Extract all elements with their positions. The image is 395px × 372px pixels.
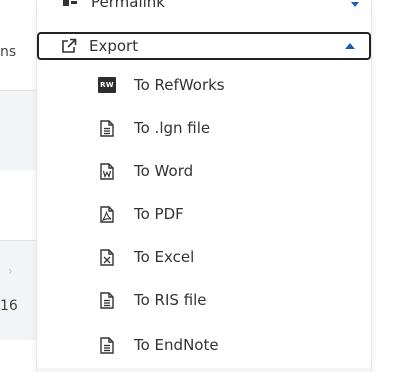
chevron-down-icon (351, 2, 359, 7)
background-text: ns (0, 44, 17, 60)
file-excel-icon (98, 248, 116, 266)
menu-footer-strip (37, 368, 371, 372)
chevron-up-icon (345, 43, 355, 49)
screen: ns › 16 Permalink RW To RefWorks To .lgn… (0, 0, 395, 372)
menu-item-label: To RIS file (134, 291, 207, 309)
file-pdf-icon (98, 205, 116, 223)
menu-item-permalink[interactable]: Permalink (63, 0, 165, 12)
export-to-ris-file[interactable]: To RIS file (37, 279, 371, 321)
export-to-word[interactable]: To Word (37, 150, 371, 192)
refworks-badge: RW (98, 77, 116, 93)
chevron-right-icon: › (8, 264, 13, 278)
file-lines-icon (98, 336, 116, 354)
background-panel (0, 240, 36, 340)
export-to-endnote[interactable]: To EndNote (37, 324, 371, 366)
background-page: ns › 16 (0, 0, 36, 372)
export-to-excel[interactable]: To Excel (37, 236, 371, 278)
file-lines-icon (98, 291, 116, 309)
link-icon (63, 0, 77, 8)
export-label: Export (89, 37, 139, 55)
export-toggle-button[interactable]: Export (37, 32, 371, 60)
background-text: 16 (0, 298, 18, 314)
background-divider (0, 90, 36, 91)
export-to-refworks[interactable]: RW To RefWorks (37, 64, 371, 106)
menu-item-label: To Word (134, 162, 194, 180)
file-word-icon (98, 162, 116, 180)
export-to-lgn-file[interactable]: To .lgn file (37, 107, 371, 149)
file-lines-icon (98, 119, 116, 137)
background-divider (0, 240, 36, 241)
menu-item-label: To .lgn file (134, 119, 211, 137)
export-to-pdf[interactable]: To PDF (37, 193, 371, 235)
menu-item-label: To Excel (134, 248, 195, 266)
menu-item-label: To RefWorks (134, 76, 225, 94)
background-panel (0, 90, 36, 170)
menu-item-label: To PDF (134, 205, 184, 223)
menu-item-label: Permalink (91, 0, 165, 11)
menu-item-label: To EndNote (134, 336, 219, 354)
refworks-icon: RW (98, 76, 116, 94)
external-link-icon (61, 38, 77, 54)
